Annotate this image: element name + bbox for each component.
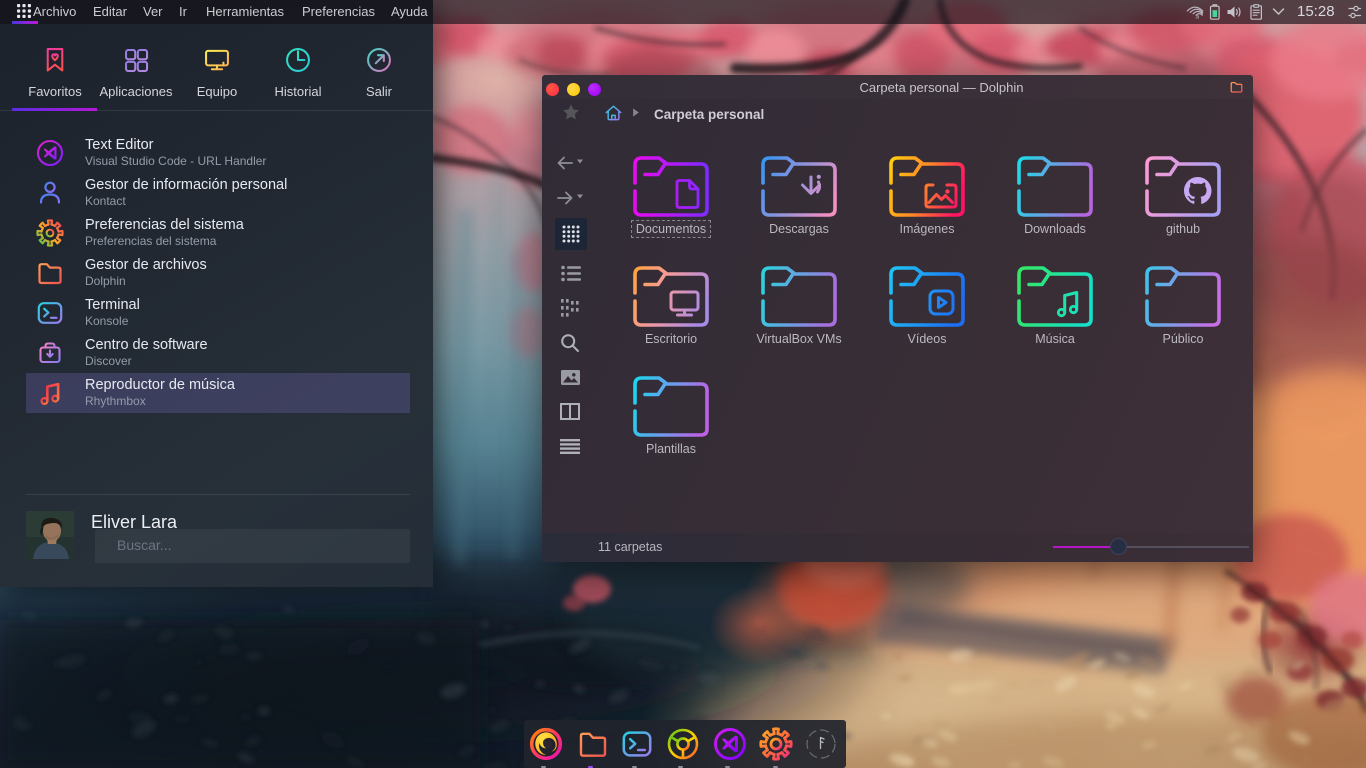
svg-text:a: a <box>1196 14 1200 21</box>
